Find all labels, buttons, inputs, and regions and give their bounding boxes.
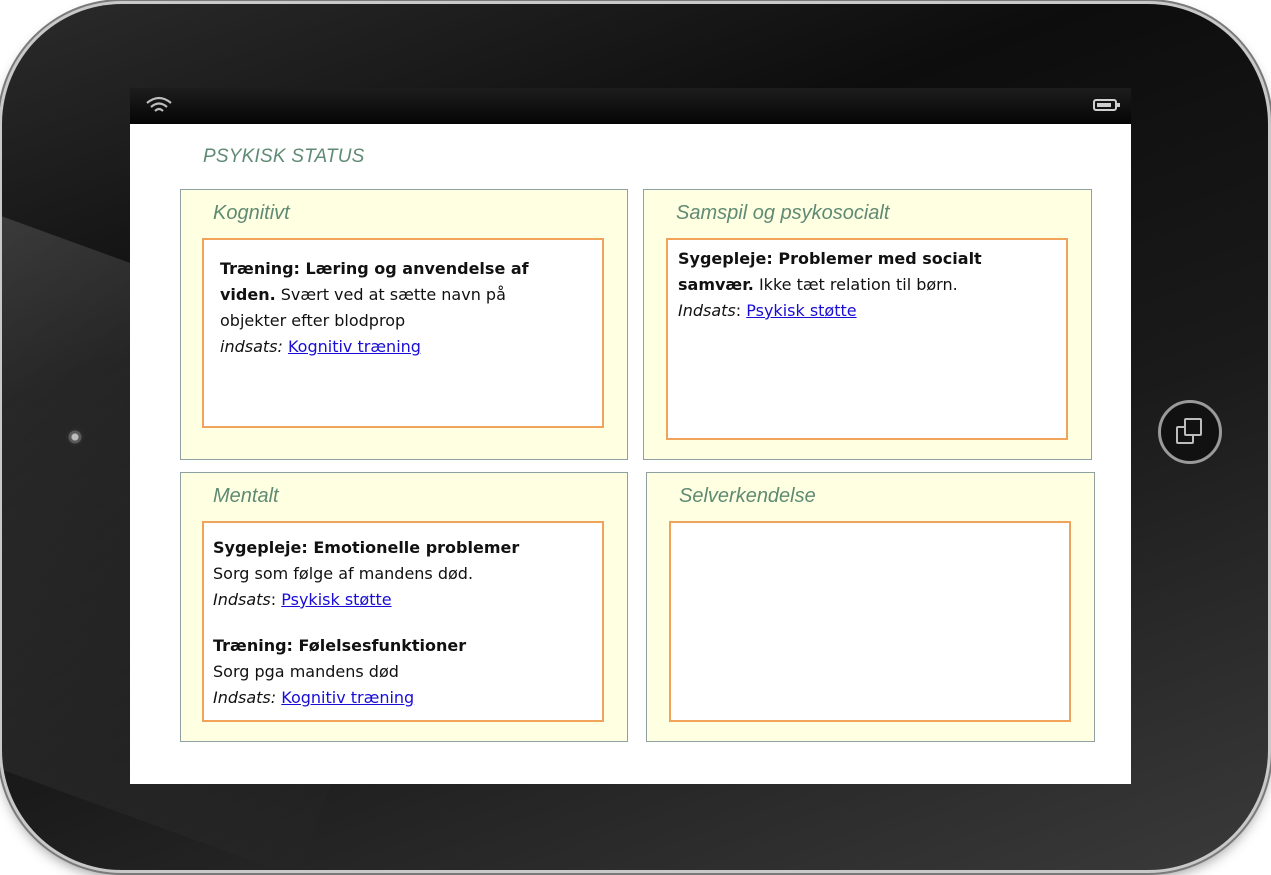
entry-box-mentalt: Sygepleje: Emotionelle problemer Sorg so… [202, 521, 604, 722]
entry-heading: viden. [220, 285, 276, 304]
panel-title-kognitivt: Kognitivt [213, 202, 290, 224]
entry-text: Svært ved at sætte navn på [275, 285, 506, 304]
entry-text: objekter efter blodprop [220, 311, 406, 330]
entry-line: samvær. Ikke tæt relation til børn. [678, 272, 1056, 298]
entry-line: viden. Svært ved at sætte navn på [220, 282, 586, 308]
panel-title-samspil: Samspil og psykosocialt [676, 202, 890, 224]
effort-label: Indsats [678, 301, 736, 320]
entry-line: indsats: Kognitiv træning [220, 334, 586, 360]
entry-line: Indsats: Kognitiv træning [213, 685, 593, 711]
entry-heading: Sygepleje: Emotionelle problemer [213, 538, 520, 557]
status-bar [130, 88, 1131, 124]
entry-box-kognitivt: Træning: Læring og anvendelse af viden. … [202, 238, 604, 428]
battery-level [1097, 103, 1111, 107]
entry-heading: samvær. [678, 275, 754, 294]
camera-icon [66, 428, 84, 446]
effort-label: Indsats [213, 590, 271, 609]
effort-link-kognitiv-traening[interactable]: Kognitiv træning [288, 337, 421, 356]
panel-title-selverkendelse: Selverkendelse [679, 485, 816, 507]
entry-line: Træning: Følelsesfunktioner [213, 633, 593, 659]
panel-selverkendelse: Selverkendelse [646, 472, 1095, 742]
home-button[interactable] [1158, 400, 1222, 464]
panel-kognitivt: Kognitivt Træning: Læring og anvendelse … [180, 189, 628, 460]
entry-line: Sygepleje: Problemer med socialt [678, 246, 1056, 272]
entry-heading: Sygepleje: Problemer med socialt [678, 249, 982, 268]
effort-separator: : [735, 301, 747, 320]
effort-label: Indsats: [213, 688, 277, 707]
panel-mentalt: Mentalt Sygepleje: Emotionelle problemer… [180, 472, 628, 742]
entry-heading: Træning: Læring og anvendelse af [220, 259, 529, 278]
effort-label: indsats: [220, 337, 283, 356]
page-title: PSYKISK STATUS [203, 146, 365, 167]
entry-line: Træning: Læring og anvendelse af [220, 256, 586, 282]
entry-box-selverkendelse [669, 521, 1071, 722]
home-button-icon [1176, 418, 1204, 446]
entry-gap [213, 613, 593, 633]
battery-icon [1093, 99, 1120, 111]
entry-line: Indsats: Psykisk støtte [678, 298, 1056, 324]
entry-line: Indsats: Psykisk støtte [213, 587, 593, 613]
effort-separator: : [270, 590, 282, 609]
effort-link-psykisk-stoette[interactable]: Psykisk støtte [281, 590, 391, 609]
wifi-icon [146, 96, 172, 112]
effort-link-psykisk-stoette[interactable]: Psykisk støtte [746, 301, 856, 320]
entry-line: Sygepleje: Emotionelle problemer [213, 535, 593, 561]
screen: PSYKISK STATUS Kognitivt Træning: Læring… [130, 124, 1131, 784]
entry-text: Ikke tæt relation til børn. [753, 275, 958, 294]
entry-text: Sorg som følge af mandens død. [213, 564, 474, 583]
entry-box-samspil: Sygepleje: Problemer med socialt samvær.… [666, 238, 1068, 440]
entry-text: Sorg pga mandens død [213, 662, 399, 681]
panel-title-mentalt: Mentalt [213, 485, 279, 507]
effort-link-kognitiv-traening[interactable]: Kognitiv træning [281, 688, 414, 707]
entry-heading: Træning: Følelsesfunktioner [213, 636, 467, 655]
panel-samspil: Samspil og psykosocialt Sygepleje: Probl… [643, 189, 1092, 460]
